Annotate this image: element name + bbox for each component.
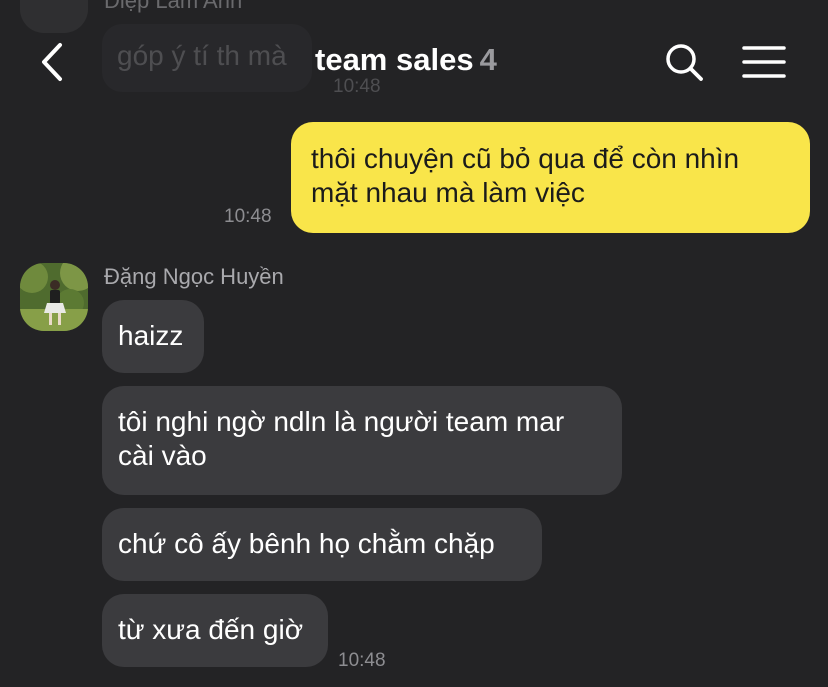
outgoing-message-bubble[interactable]: thôi chuyện cũ bỏ qua để còn nhìn mặt nh… xyxy=(291,122,810,233)
message-line: cài vào xyxy=(118,440,207,471)
chat-name: team sales xyxy=(315,42,474,77)
member-count: 4 xyxy=(479,42,497,77)
outgoing-message-time: 10:48 xyxy=(224,206,272,227)
chevron-left-icon xyxy=(42,43,62,81)
incoming-message-time: 10:48 xyxy=(338,650,386,671)
incoming-message-bubble[interactable]: tôi nghi ngờ ndln là người team mar cài … xyxy=(102,386,622,495)
menu-button[interactable] xyxy=(742,44,786,80)
message-line: mặt nhau mà làm việc xyxy=(311,177,585,208)
message-line: thôi chuyện cũ bỏ qua để còn nhìn xyxy=(311,143,740,174)
message-line: từ xưa đến giờ xyxy=(118,614,304,645)
message-line: tôi nghi ngờ ndln là người team mar xyxy=(118,406,565,437)
incoming-message-bubble[interactable]: chứ cô ấy bênh họ chằm chặp xyxy=(102,508,542,581)
sender-avatar[interactable] xyxy=(20,263,88,331)
avatar-photo xyxy=(20,263,88,331)
search-button[interactable] xyxy=(662,40,706,84)
chat-title: team sales 4 xyxy=(315,42,497,78)
message-line: chứ cô ấy bênh họ chằm chặp xyxy=(118,528,495,559)
search-icon xyxy=(666,44,703,81)
incoming-message-bubble[interactable]: haizz xyxy=(102,300,204,373)
incoming-message-bubble[interactable]: từ xưa đến giờ xyxy=(102,594,328,667)
menu-icon xyxy=(742,46,786,78)
chat-header: team sales 4 xyxy=(0,0,828,120)
back-button[interactable] xyxy=(34,40,74,84)
message-line: haizz xyxy=(118,320,184,351)
sender-name: Đặng Ngọc Huyền xyxy=(104,264,284,289)
